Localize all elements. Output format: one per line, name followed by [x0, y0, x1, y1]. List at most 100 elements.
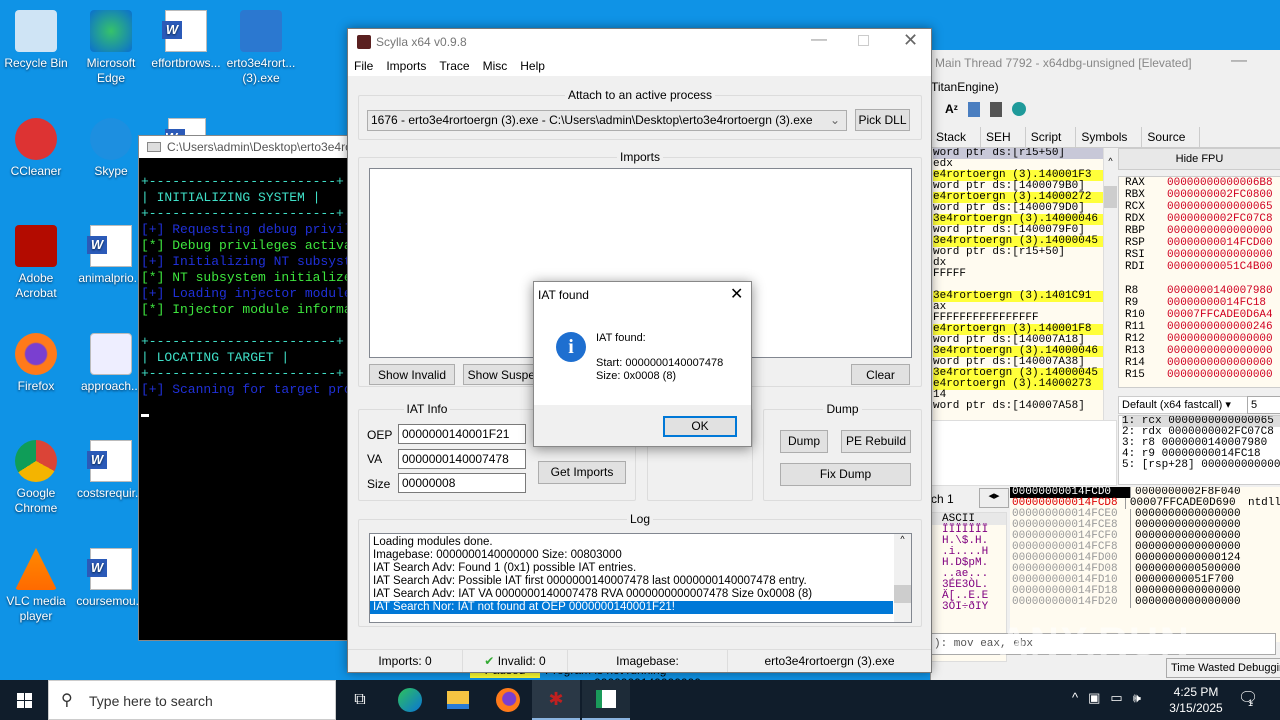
desktop-icon[interactable]: coursemou... — [75, 548, 147, 609]
log-entry[interactable]: Imagebase: 0000000140000000 Size: 008030… — [370, 549, 893, 562]
register-row[interactable]: RSI 0000000000000000 — [1119, 249, 1280, 261]
register-row[interactable]: R10 00007FFCADE0D6A4 — [1119, 309, 1280, 321]
argcount-spinner[interactable]: 5 — [1247, 396, 1280, 414]
desktop-icon[interactable]: Firefox — [0, 333, 72, 394]
tab-script[interactable]: Script — [1026, 127, 1077, 147]
calculator-icon[interactable] — [990, 102, 1003, 117]
close-button[interactable]: ✕ — [903, 30, 918, 51]
register-row[interactable]: RCX 0000000000000065 — [1119, 201, 1280, 213]
desktop-icon[interactable]: Google Chrome — [0, 440, 72, 516]
pick-dll-button[interactable]: Pick DLL — [855, 109, 910, 131]
menu-file[interactable]: File — [354, 56, 380, 76]
console-titlebar[interactable]: C:\Users\admin\Desktop\erto3e4rortoergn … — [139, 136, 349, 158]
desktop-icon[interactable]: erto3e4rort... (3).exe — [225, 10, 297, 86]
desktop-icon[interactable]: Recycle Bin — [0, 10, 72, 71]
taskbar-firefox[interactable] — [484, 680, 532, 720]
desktop-icon[interactable]: Skype — [75, 118, 147, 179]
console-window[interactable]: C:\Users\admin\Desktop\erto3e4rortoergn … — [138, 135, 350, 641]
register-row[interactable]: RBP 0000000000000000 — [1119, 225, 1280, 237]
minimize-button[interactable]: — — [811, 31, 827, 49]
taskbar-explorer[interactable] — [434, 680, 482, 720]
taskbar-x64dbg[interactable]: ✱ — [532, 680, 580, 720]
tab-stack[interactable]: Stack — [931, 127, 982, 147]
disasm-line[interactable]: FFFFF — [933, 269, 1103, 280]
stack-pane[interactable]: 00000000014FCD0 0000000002F8F040 000000000… — [1010, 487, 1280, 642]
menu-imports[interactable]: Imports — [386, 56, 433, 76]
log-entry[interactable]: IAT Search Adv: Found 1 (0x1) possible I… — [370, 562, 893, 575]
register-row[interactable]: R15 0000000000000000 — [1119, 369, 1280, 381]
network-icon[interactable]: ▭ — [1110, 690, 1122, 706]
register-row[interactable]: R11 0000000000000246 — [1119, 321, 1280, 333]
register-row[interactable]: R9 00000000014FC18 — [1119, 297, 1280, 309]
argument-row[interactable]: 5: [rsp+28] 0000000000000000 — [1122, 460, 1280, 471]
desktop-icon[interactable]: effortbrows... — [150, 10, 222, 71]
taskbar-edge[interactable] — [386, 680, 434, 720]
desktop-icon[interactable]: CCleaner — [0, 118, 72, 179]
dump-button[interactable]: Dump — [780, 430, 828, 453]
pe-rebuild-button[interactable]: PE Rebuild — [841, 430, 911, 453]
stack-row[interactable]: 000000000014FD20 0000000000000000 — [1010, 597, 1280, 608]
notifications-button[interactable]: 🗨 1 — [1238, 688, 1258, 708]
clock[interactable]: 4:25 PM 3/15/2025 — [1168, 684, 1224, 716]
register-row[interactable]: RAX 00000000000006B8 — [1119, 177, 1280, 189]
clear-button[interactable]: Clear — [851, 364, 910, 385]
log-scrollbar[interactable]: ^ — [894, 534, 911, 622]
desktop-icon[interactable]: costsrequir... — [75, 440, 147, 501]
log-entry[interactable]: IAT Search Adv: IAT VA 0000000140007478 … — [370, 588, 893, 601]
log-entry[interactable]: Loading modules done. — [370, 536, 893, 549]
desktop-icon[interactable]: animalprio... — [75, 225, 147, 286]
dialog-close-button[interactable]: ✕ — [730, 284, 743, 304]
task-view-button[interactable]: ⧉ — [336, 680, 384, 720]
fix-dump-button[interactable]: Fix Dump — [780, 463, 911, 486]
start-button[interactable] — [0, 680, 48, 720]
menu-help[interactable]: Help — [520, 56, 552, 76]
chevron-up-icon[interactable]: ^ — [1072, 690, 1078, 706]
desktop-icon[interactable]: approach... — [75, 333, 147, 394]
register-row[interactable]: RSP 00000000014FCD00 — [1119, 237, 1280, 249]
oep-input[interactable]: 0000000140001F21 — [398, 424, 526, 444]
register-row[interactable]: RBX 0000000002FC0800 — [1119, 189, 1280, 201]
disasm-line[interactable]: word ptr ds:[140007A58] — [933, 401, 1103, 412]
register-row[interactable]: R14 0000000000000000 — [1119, 357, 1280, 369]
disasm-line[interactable]: word ptr ds:[r15+50] — [933, 148, 1103, 159]
maximize-button[interactable] — [858, 35, 869, 46]
taskbar-scylla[interactable] — [582, 680, 630, 720]
meet-icon[interactable]: ▣ — [1088, 690, 1100, 706]
log-entry[interactable]: IAT Search Nor: IAT not found at OEP 000… — [370, 601, 893, 614]
tab-scroll-arrows[interactable]: ◂▸ — [979, 488, 1009, 508]
register-row[interactable]: RDX 0000000002FC07C8 — [1119, 213, 1280, 225]
show-invalid-button[interactable]: Show Invalid — [369, 364, 455, 385]
log-list[interactable]: Loading modules done. Imagebase: 00000001… — [369, 533, 912, 623]
scylla-titlebar[interactable]: Scylla x64 v0.9.8 — ✕ — [348, 29, 931, 56]
get-imports-button[interactable]: Get Imports — [538, 461, 626, 484]
volume-icon[interactable]: 🕪 — [1133, 690, 1141, 706]
process-select[interactable]: 1676 - erto3e4rortoergn (3).exe - C:\Use… — [367, 110, 847, 131]
log-entry[interactable]: IAT Search Adv: Possible IAT first 00000… — [370, 575, 893, 588]
tab-source[interactable]: Source — [1142, 127, 1201, 147]
desktop-icon[interactable]: Microsoft Edge — [75, 10, 147, 86]
font-icon[interactable]: Aᶻ — [945, 102, 958, 122]
size-input[interactable]: 00000008 — [398, 473, 526, 493]
disasm-line[interactable]: e4rortoergn (3).14000273 — [933, 379, 1103, 390]
search-box[interactable]: ⚲ Type here to search — [48, 680, 336, 720]
tab-seh[interactable]: SEH — [981, 127, 1026, 147]
tab-symbols[interactable]: Symbols — [1076, 127, 1143, 147]
menu-misc[interactable]: Misc — [483, 56, 515, 76]
globe-icon[interactable] — [1012, 102, 1027, 116]
minimize-icon[interactable]: — — [1231, 52, 1247, 70]
disasm-line[interactable]: word ptr ds:[r15+50] — [933, 247, 1103, 258]
register-row[interactable] — [1119, 273, 1280, 285]
disasm-scrollbar[interactable]: ^ — [1103, 148, 1117, 420]
watch-tab[interactable]: ch 1 — [931, 492, 954, 506]
ok-button[interactable]: OK — [663, 416, 737, 437]
register-row[interactable]: R8 0000000140007980 — [1119, 285, 1280, 297]
desktop-icon[interactable]: Adobe Acrobat — [0, 225, 72, 301]
menu-trace[interactable]: Trace — [439, 56, 476, 76]
hide-fpu-button[interactable]: Hide FPU — [1118, 148, 1280, 170]
register-row[interactable]: R13 0000000000000000 — [1119, 345, 1280, 357]
va-input[interactable]: 0000000140007478 — [398, 449, 526, 469]
desktop-icon[interactable]: VLC media player — [0, 548, 72, 624]
disasm-line[interactable]: 3e4rortoergn (3).1401C91 — [933, 291, 1103, 302]
register-row[interactable]: R12 0000000000000000 — [1119, 333, 1280, 345]
disassembly-pane[interactable]: word ptr ds:[r15+50] edx e4rortoergn (3).1… — [933, 148, 1103, 420]
